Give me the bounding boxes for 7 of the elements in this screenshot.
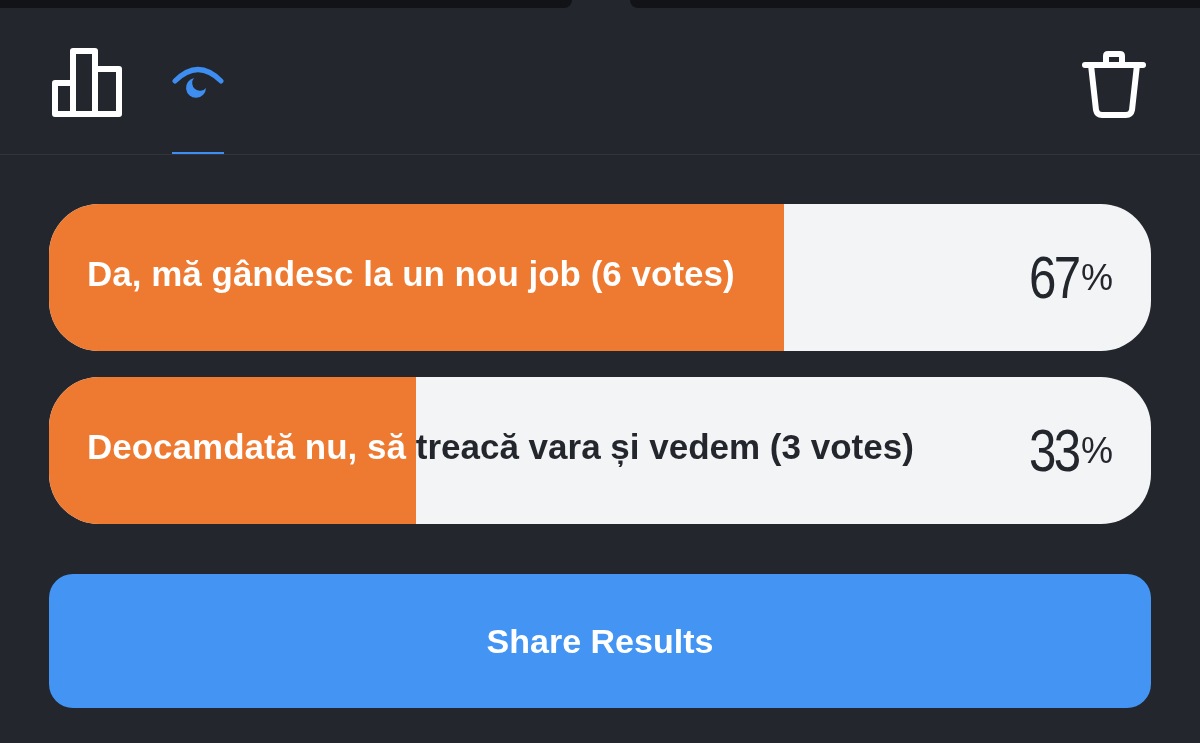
percentage-value: 33	[1029, 416, 1079, 485]
percent-sign: %	[1081, 429, 1113, 472]
share-results-button[interactable]: Share Results	[49, 574, 1151, 708]
percentage-value: 67	[1029, 243, 1079, 312]
trash-icon	[1082, 50, 1146, 118]
bar-chart-icon	[52, 48, 122, 118]
percent-sign: %	[1081, 256, 1113, 299]
